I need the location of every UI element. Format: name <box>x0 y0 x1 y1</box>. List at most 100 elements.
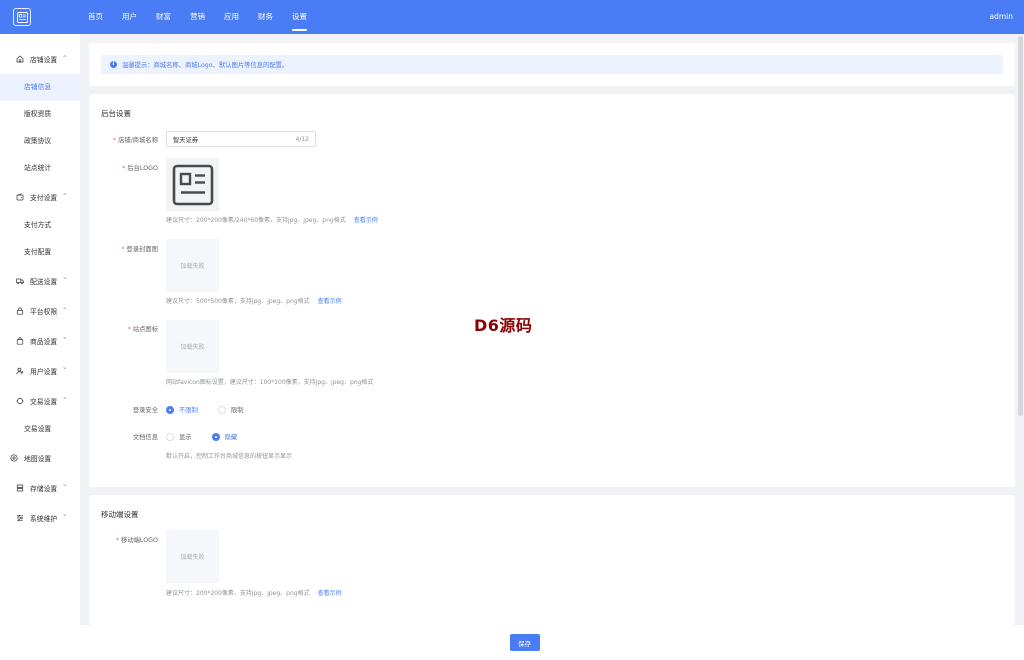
notice-alert: i 温馨提示：商城名称、商城Logo、默认图片等信息的配置。 <box>101 55 1003 74</box>
sidebar-group-label: 商品设置 <box>30 338 58 346</box>
sidebar-item-payment-methods[interactable]: 支付方式 <box>0 212 80 239</box>
nav-wealth[interactable]: 财富 <box>156 0 171 34</box>
view-example-link[interactable]: 查看示例 <box>318 298 342 305</box>
notice-text: 温馨提示：商城名称、商城Logo、默认图片等信息的配置。 <box>122 62 289 69</box>
sliders-icon <box>17 514 23 522</box>
bag-icon <box>16 337 24 345</box>
exchange-icon <box>16 397 24 405</box>
load-failed-text: 加载失败 <box>180 554 205 561</box>
sidebar-group-trade[interactable]: 交易设置 ˄ <box>0 386 80 416</box>
footer-bar: 保存 <box>80 625 1024 660</box>
storage-icon <box>16 484 24 492</box>
sidebar-group-user[interactable]: 用户设置 ˅ <box>0 356 80 386</box>
section-title: 移动端设置 <box>101 510 139 519</box>
sidebar: 店铺设置 ˄ 店铺信息 版权资质 政策协议 站点统计 支付设置 ˄ 支付方式 支… <box>0 34 80 660</box>
backend-logo-label: * 后台LOGO <box>122 165 158 172</box>
document-logo-icon <box>172 164 213 205</box>
nav-marketing[interactable]: 营销 <box>190 0 205 34</box>
wallet-icon <box>16 193 24 201</box>
site-icon-hint: 网站favicon图标设置，建议尺寸：100*100像素，支持jpg、jpeg、… <box>166 379 374 386</box>
radio-circle <box>166 432 174 441</box>
mobile-logo-label: * 移动端LOGO <box>115 537 158 544</box>
radio-show[interactable]: 显示 <box>166 432 192 441</box>
info-icon: i <box>110 61 117 68</box>
radio-circle <box>166 405 174 414</box>
sidebar-group-label: 支付设置 <box>30 194 58 202</box>
site-icon-label: * 站点图标 <box>127 326 158 333</box>
chevron-up-icon: ˄ <box>62 396 68 405</box>
login-cover-hint: 建议尺寸：500*500像素，支持jpg、jpeg、png格式 查看示例 <box>166 298 342 305</box>
top-header: 首页 用户 财富 营销 应用 财务 设置 admin <box>0 0 1024 34</box>
login-security-radio-group: 不限制 限制 <box>166 405 263 414</box>
sidebar-group-shop[interactable]: 店铺设置 ˄ <box>0 44 80 74</box>
sidebar-group-platform[interactable]: 平台权限 ˅ <box>0 296 80 326</box>
copyright-info-label: 文档信息 <box>132 434 158 441</box>
view-example-link[interactable]: 查看示例 <box>354 217 378 224</box>
load-failed-text: 加载失败 <box>180 344 205 351</box>
sidebar-item-copyright[interactable]: 版权资质 <box>0 101 80 128</box>
sidebar-group-label: 配送设置 <box>30 278 58 286</box>
sidebar-group-delivery[interactable]: 配送设置 ˅ <box>0 266 80 296</box>
save-button[interactable]: 保存 <box>509 634 540 651</box>
radio-limit[interactable]: 限制 <box>217 405 243 414</box>
mobile-logo-hint: 建议尺寸：200*200像素，支持jpg、jpeg、png格式 查看示例 <box>166 590 342 597</box>
logo-icon <box>16 11 28 23</box>
user-icon <box>16 367 24 375</box>
sidebar-item-payment-config[interactable]: 支付配置 <box>0 239 80 266</box>
sidebar-group-storage[interactable]: 存储设置 ˅ <box>0 473 80 503</box>
nav-users[interactable]: 用户 <box>122 0 137 34</box>
nav-apps[interactable]: 应用 <box>224 0 239 34</box>
notice-card: i 温馨提示：商城名称、商城Logo、默认图片等信息的配置。 <box>89 43 1015 86</box>
sidebar-item-label: 地图设置 <box>24 455 52 463</box>
location-icon <box>10 454 18 462</box>
top-nav: 首页 用户 财富 营销 应用 财务 设置 <box>88 0 326 34</box>
site-icon-upload[interactable]: 加载失败 <box>166 320 219 373</box>
nav-finance[interactable]: 财务 <box>258 0 273 34</box>
sidebar-item-trade-settings[interactable]: 交易设置 <box>0 416 80 443</box>
chevron-up-icon: ˄ <box>62 192 68 201</box>
login-cover-upload[interactable]: 加载失败 <box>166 239 219 292</box>
chevron-down-icon: ˅ <box>62 276 68 285</box>
sidebar-item-shop-info[interactable]: 店铺信息 <box>0 74 80 101</box>
sidebar-item-site-stats[interactable]: 站点统计 <box>0 155 80 182</box>
radio-hide[interactable]: 隐藏 <box>211 432 237 441</box>
copyright-hint: 默认开启，控制工作台商城信息的按钮显示显示 <box>166 453 293 460</box>
view-example-link[interactable]: 查看示例 <box>318 590 342 597</box>
radio-circle <box>217 405 226 414</box>
mobile-logo-upload[interactable]: 加载失败 <box>166 530 219 583</box>
sidebar-item-map[interactable]: 地图设置 <box>0 443 80 473</box>
chevron-down-icon: ˅ <box>62 336 68 345</box>
watermark-text: D6源码 <box>474 316 533 335</box>
sidebar-group-payment[interactable]: 支付设置 ˄ <box>0 182 80 212</box>
chevron-down-icon: ˅ <box>62 306 68 315</box>
sidebar-group-label: 存储设置 <box>30 485 58 493</box>
chevron-down-icon: ˅ <box>62 483 68 492</box>
char-count: 4/12 <box>295 135 309 143</box>
scrollbar[interactable] <box>1018 36 1023 416</box>
nav-settings[interactable]: 设置 <box>292 0 307 34</box>
user-menu[interactable]: admin <box>990 0 1014 34</box>
sidebar-group-system[interactable]: 系统维护 ˅ <box>0 503 80 533</box>
sidebar-group-label: 店铺设置 <box>30 56 58 64</box>
radio-circle <box>211 432 220 441</box>
load-failed-text: 加载失败 <box>180 263 205 270</box>
shop-name-input[interactable]: 智天证券 4/12 <box>166 131 316 147</box>
lock-icon <box>16 307 24 315</box>
sidebar-item-policy[interactable]: 政策协议 <box>0 128 80 155</box>
main-content: i 温馨提示：商城名称、商城Logo、默认图片等信息的配置。 后台设置 * 店铺/… <box>89 43 1015 625</box>
section-title: 后台设置 <box>101 109 131 118</box>
backend-logo-upload[interactable] <box>166 158 219 211</box>
sidebar-group-label: 交易设置 <box>30 398 58 406</box>
app-logo[interactable] <box>13 8 31 26</box>
mobile-settings-card: 移动端设置 * 移动端LOGO 加载失败 建议尺寸：200*200像素，支持jpg… <box>89 495 1015 625</box>
nav-home[interactable]: 首页 <box>88 0 103 34</box>
chevron-up-icon: ˄ <box>62 54 68 63</box>
sidebar-group-label: 用户设置 <box>30 368 58 376</box>
shop-name-label: * 店铺/商城名称 <box>112 137 158 144</box>
backend-settings-card: 后台设置 * 店铺/商城名称 智天证券 4/12 * 后台LOGO 建议尺寸：200… <box>89 94 1015 487</box>
copyright-radio-group: 显示 隐藏 <box>166 432 257 441</box>
sidebar-group-label: 系统维护 <box>30 515 58 523</box>
radio-no-limit[interactable]: 不限制 <box>166 405 198 414</box>
home-icon <box>16 55 24 63</box>
sidebar-group-product[interactable]: 商品设置 ˅ <box>0 326 80 356</box>
